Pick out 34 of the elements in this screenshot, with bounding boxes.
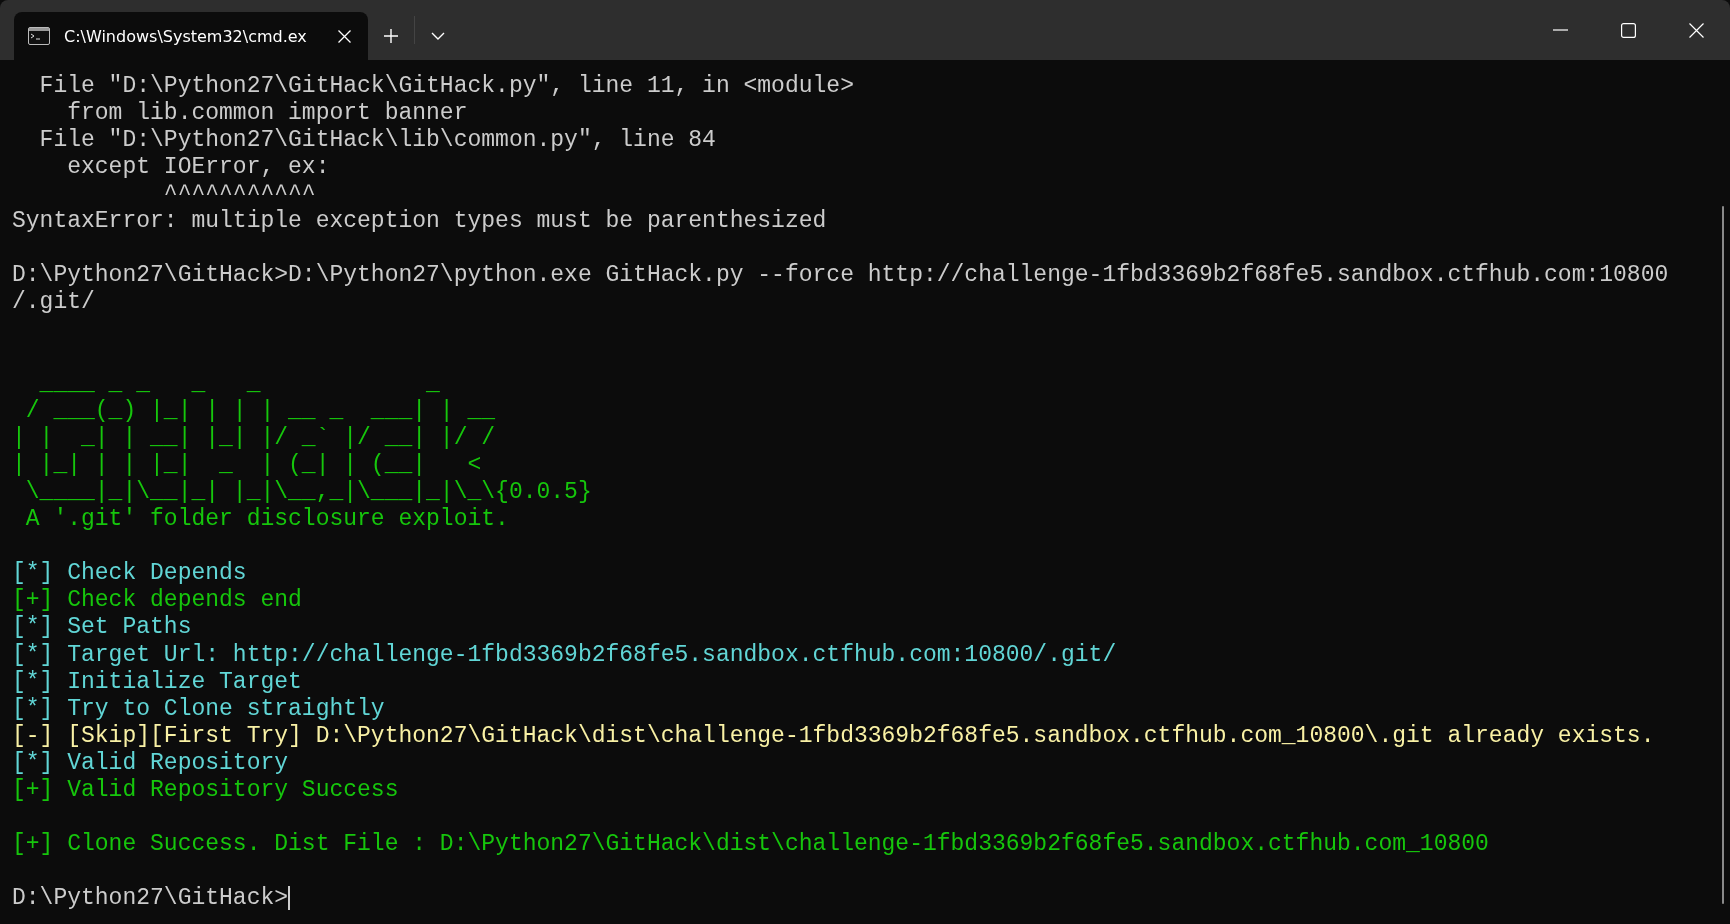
terminal-line: /.git/ [12, 289, 95, 316]
terminal-line: [*] Check Depends [12, 560, 247, 587]
close-icon [337, 29, 351, 43]
minimize-icon [1552, 29, 1568, 31]
scrollbar-thumb[interactable] [1722, 206, 1724, 904]
terminal-line: [*] Valid Repository [12, 749, 289, 776]
terminal-line: [+] Valid Repository Success [12, 777, 399, 803]
terminal-tab[interactable]: C:\Windows\System32\cmd.ex [14, 12, 368, 60]
terminal-line: except IOError, ex: [66, 153, 330, 180]
chevron-down-icon [431, 32, 445, 40]
terminal-line: File "D:\Python27\GitHack\lib\common.py", line 84 [38, 126, 716, 153]
plus-icon [383, 28, 399, 44]
terminal-line: [+] Clone Success. Dist File : D:\Python27\GitHack\dist\challenge-1fbd3369b2f68fe5.sandbox.ctfhub.com_10800 [12, 831, 1489, 858]
terminal-line: D:\Python27\GitHack> [12, 885, 289, 912]
ascii-art-line: / ___(_) |_| | | | __ _ ___| | __ [24, 397, 496, 424]
terminal-line: [*] Initialize Target [12, 668, 302, 695]
terminal-line: [*] Try to Clone straightly [12, 695, 385, 722]
terminal-line: [-] [Skip][First Try] D:\Python27\GitHack\dist\challenge-1fbd3369b2f68fe5.sandbox.ctfhub.com_10800\.git already exists. [12, 722, 1655, 749]
terminal-line: A '.git' folder disclosure exploit. [24, 506, 509, 533]
maximize-icon [1620, 22, 1636, 38]
terminal-icon [28, 27, 50, 45]
terminal-line: File "D:\Python27\GitHack\GitHack.py", line 11, in <module> [38, 72, 854, 99]
terminal-line: ^^^^^^^^^^^ [162, 180, 316, 207]
terminal-line: [*] Target Url: http://challenge-1fbd3369b2f68fe5.sandbox.ctfhub.com:10800/.git/ [12, 641, 1117, 668]
ascii-art-line: \____|_|\__|_| |_|\__,_|\___|_|\_\{0.0.5} [24, 478, 592, 505]
ascii-art-line: ____ _ _ _ _ _ [38, 370, 440, 397]
terminal-line: from lib.common import banner [66, 99, 468, 126]
terminal-line: [*] Set Paths [12, 614, 192, 641]
ascii-art-line: | | _| | __| |_| |/ _` |/ __| |/ / [12, 424, 496, 451]
terminal-line: D:\Python27\GitHack>D:\Python27\python.exe GitHack.py --force http://challenge-1fbd3369b2f68fe5.sandbox.ctfhub.com:10800 [12, 262, 1669, 289]
terminal-line: SyntaxError: multiple exception types must be parenthesized [12, 208, 827, 234]
ascii-art-line: | |_| | | |_| _ | (_| | (__| < [12, 451, 482, 478]
close-icon [1688, 22, 1704, 38]
terminal-line: [+] Check depends end [12, 587, 302, 614]
